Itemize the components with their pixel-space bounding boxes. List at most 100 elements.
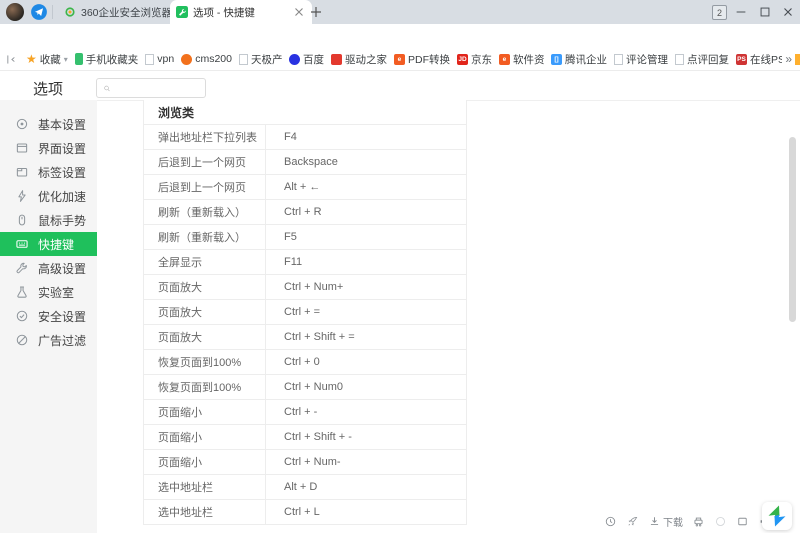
bookmark-item[interactable]: 手机收藏夹 — [74, 52, 138, 67]
shortcut-row: 选中地址栏 Alt + D — [144, 475, 466, 500]
shortcut-keys-cell[interactable]: Ctrl + 0 — [265, 350, 466, 374]
shortcut-keys-cell[interactable]: F5 — [265, 225, 466, 249]
tab-bar: 360企业安全浏览器 选项 - 快捷键 2 — [0, 0, 800, 24]
browser-window: 360企业安全浏览器 选项 - 快捷键 2 se://settings/shor… — [0, 0, 800, 533]
tab-options-shortcut[interactable]: 选项 - 快捷键 — [170, 0, 312, 24]
mouse-icon — [15, 213, 29, 227]
bookmark-item[interactable]: vpn — [145, 53, 174, 65]
sidebar-item-basic[interactable]: 基本设置 — [0, 112, 97, 136]
page-icon — [238, 53, 248, 65]
settings-search-input[interactable] — [115, 81, 199, 95]
sidebar-item-security[interactable]: 安全设置 — [0, 304, 97, 328]
bookmark-item[interactable]: cms200 — [181, 53, 232, 65]
tab-close-icon[interactable] — [292, 5, 306, 19]
shortcut-keys-cell[interactable]: Ctrl + Shift + - — [265, 425, 466, 449]
shortcut-row: 后退到上一个网页 Alt + ← — [144, 175, 466, 200]
shortcut-action-label: 页面缩小 — [158, 457, 202, 469]
bookmark-item[interactable]: e PDF转换 — [393, 52, 450, 67]
bookmark-label: 驱动之家 — [344, 53, 387, 66]
shortcut-keys-cell[interactable]: Ctrl + R — [265, 200, 466, 224]
sidebar-item-label: 界面设置 — [38, 141, 87, 156]
history-clock-icon[interactable] — [604, 515, 617, 528]
favicon-icon: JD — [456, 53, 468, 65]
shortcut-keys-cell[interactable]: F11 — [265, 250, 466, 274]
chat-icon[interactable] — [714, 515, 727, 528]
shortcut-row: 页面缩小 Ctrl + Num- — [144, 450, 466, 475]
lightning-logo-icon — [763, 502, 791, 530]
bookmark-label: 百度 — [302, 53, 324, 66]
shortcut-keys-cell[interactable]: Alt + ← — [265, 175, 466, 199]
sidebar-item-ui[interactable]: 界面设置 — [0, 136, 97, 160]
download-manager-button[interactable]: 下载 — [648, 514, 683, 529]
shortcut-icon — [15, 237, 29, 251]
bookmark-item[interactable]: 百度 — [288, 52, 324, 67]
vertical-scrollbar-thumb[interactable] — [789, 137, 796, 322]
divider — [52, 5, 53, 19]
shortcut-action-label: 刷新（重新载入） — [158, 207, 246, 219]
shortcut-keys-cell[interactable]: Ctrl + Num0 — [265, 375, 466, 399]
user-avatar[interactable] — [6, 3, 24, 21]
sidebar-item-label: 鼠标手势 — [38, 213, 87, 228]
shortcut-row: 刷新（重新载入） F5 — [144, 225, 466, 250]
shortcut-row: 页面放大 Ctrl + Shift + = — [144, 325, 466, 350]
shortcut-keys-cell[interactable]: Backspace — [265, 150, 466, 174]
window-mode-icon[interactable] — [736, 515, 749, 528]
bookmark-favorites[interactable]: ★ 收藏 ▾ — [26, 52, 68, 67]
shortcut-action-label: 选中地址栏 — [158, 482, 213, 494]
shortcut-keys-cell[interactable]: Ctrl + = — [265, 300, 466, 324]
shortcut-action-label: 后退到上一个网页 — [158, 182, 246, 194]
sidebar-item-advanced[interactable]: 高级设置 — [0, 256, 97, 280]
sidebar-item-tabs[interactable]: 标签设置 — [0, 160, 97, 184]
sidebar-item-adblock[interactable]: 广告过滤 — [0, 328, 97, 352]
bookmark-item[interactable]: 点评回复 — [674, 52, 729, 67]
tabs-icon — [15, 165, 29, 179]
shortcut-keys-cell[interactable]: Ctrl + Num+ — [265, 275, 466, 299]
bookmark-item[interactable]: e软件资讯 — [498, 52, 544, 67]
tab-360-browser[interactable]: 360企业安全浏览器 — [58, 0, 178, 24]
bookmark-item[interactable]: 评论管理 — [613, 52, 668, 67]
sidebar-item-mouse[interactable]: 鼠标手势 — [0, 208, 97, 232]
shortcut-keys-cell[interactable]: Ctrl + - — [265, 400, 466, 424]
share-paper-plane-icon[interactable] — [30, 3, 48, 21]
shortcut-row: 选中地址栏 Ctrl + L — [144, 500, 466, 525]
shortcut-row: 页面缩小 Ctrl + Shift + - — [144, 425, 466, 450]
shortcut-action-label: 选中地址栏 — [158, 507, 213, 519]
shortcut-keys-cell[interactable]: Alt + D — [265, 475, 466, 499]
favicon-icon: e — [393, 53, 405, 65]
address-toolbar: se://settings/shortcut 译 — [0, 24, 800, 70]
bookmark-item[interactable]: 天极产品 — [238, 52, 282, 67]
bookmark-item[interactable]: JD 京东 — [456, 52, 492, 67]
sidebar-item-label: 安全设置 — [38, 309, 87, 324]
favicon-icon: e — [498, 53, 510, 65]
shortcut-action-label: 刷新（重新载入） — [158, 232, 246, 244]
search-icon — [103, 83, 111, 94]
bookmark-item[interactable]: 驱动之家 — [330, 52, 387, 67]
sidebar-item-shortcut[interactable]: 快捷键 — [0, 232, 97, 256]
shortcut-keys-cell[interactable]: Ctrl + Shift + = — [265, 325, 466, 349]
shortcut-row: 全屏显示 F11 — [144, 250, 466, 275]
shortcut-action-label: 页面放大 — [158, 307, 202, 319]
shortcut-keys-cell[interactable]: F4 — [265, 125, 466, 149]
shortcut-keys-cell[interactable]: Ctrl + L — [265, 500, 466, 524]
rocket-boost-icon[interactable] — [626, 515, 639, 528]
new-tab-button[interactable] — [308, 4, 324, 20]
adblock-icon — [15, 333, 29, 347]
shortcut-keys-cell[interactable]: Ctrl + Num- — [265, 450, 466, 474]
close-window-button[interactable] — [781, 5, 795, 19]
sidebar-item-speed[interactable]: 优化加速 — [0, 184, 97, 208]
bookmarks-panel-toggle-icon[interactable] — [5, 53, 18, 66]
browser-assistant-logo[interactable] — [762, 502, 792, 530]
ui-icon — [15, 141, 29, 155]
settings-search-box[interactable] — [96, 78, 206, 98]
page-icon — [674, 53, 684, 65]
bookmark-item[interactable]: [] 腾讯企业 — [550, 52, 607, 67]
star-icon: ★ — [26, 52, 37, 66]
bookmark-item[interactable]: PS 在线PS — [735, 52, 785, 67]
notification-badge[interactable]: 2 — [712, 5, 727, 20]
sidebar-item-lab[interactable]: 实验室 — [0, 280, 97, 304]
maximize-button[interactable] — [758, 5, 772, 19]
printer-icon[interactable] — [692, 515, 705, 528]
minimize-button[interactable] — [734, 5, 748, 19]
bookmarks-overflow-chevron[interactable]: » — [782, 52, 795, 66]
security-icon — [15, 309, 29, 323]
